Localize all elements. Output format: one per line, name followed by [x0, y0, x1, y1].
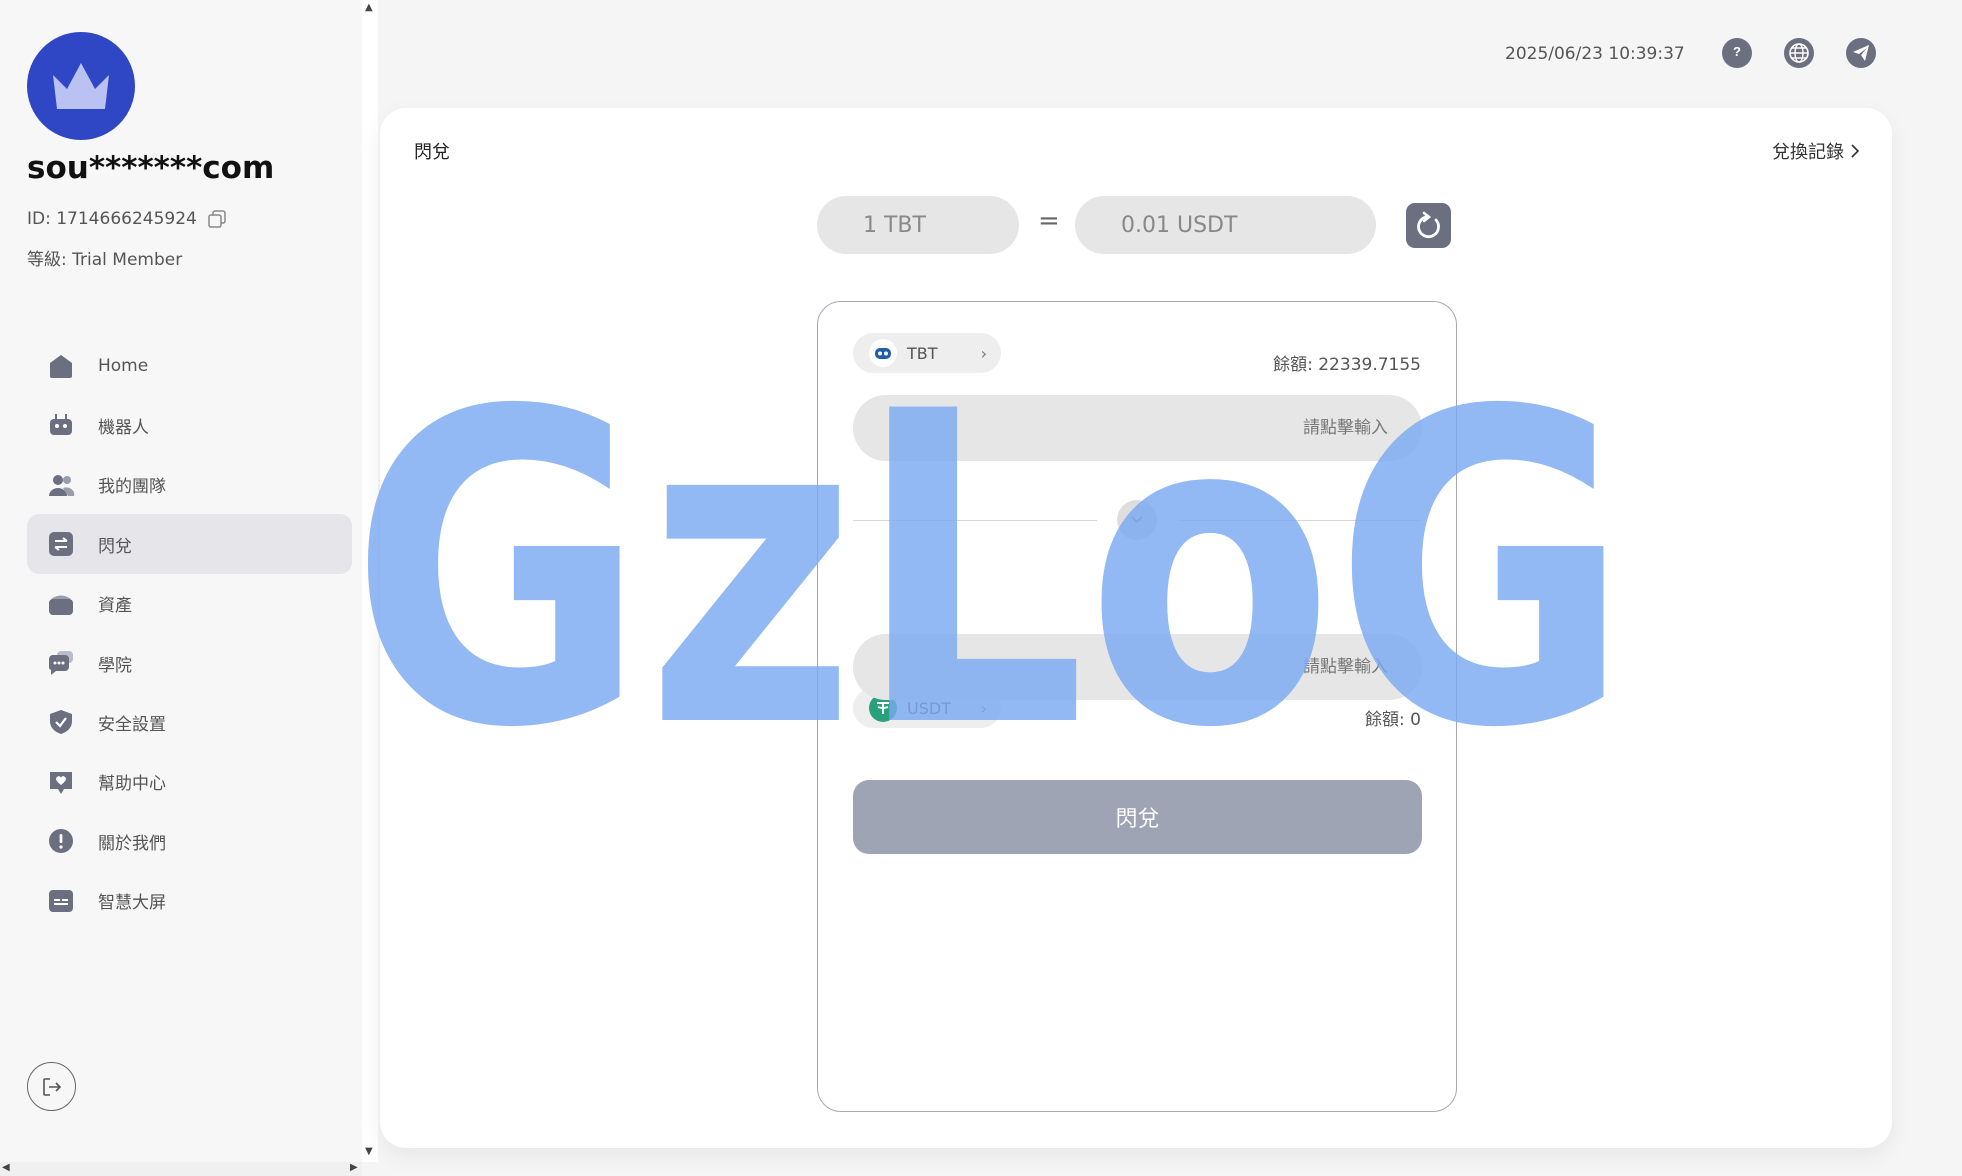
sidebar-item-label: 機器人 — [98, 417, 149, 438]
sidebar-item-label: 安全設置 — [98, 714, 166, 735]
sidebar-item-about[interactable]: 關於我們 — [27, 811, 352, 871]
from-token-label: TBT — [907, 343, 938, 363]
sidebar-item-robot[interactable]: 機器人 — [27, 395, 352, 455]
shield-icon — [47, 708, 75, 736]
sidebar-item-academy[interactable]: 學院 — [27, 633, 352, 693]
sidebar-item-label: Home — [98, 356, 149, 376]
sidebar-item-help[interactable]: 幫助中心 — [27, 752, 352, 812]
from-amount-input[interactable] — [853, 395, 1422, 461]
heart-icon — [47, 768, 75, 796]
datetime-display: 2025/06/23 10:39:37 — [1505, 44, 1685, 64]
swap-submit-button[interactable]: 閃兌 — [853, 780, 1422, 854]
screen-icon — [47, 887, 75, 915]
to-amount-input[interactable] — [853, 634, 1422, 700]
rate-from-field: 1 TBT — [817, 196, 1019, 254]
sidebar-item-label: 閃兌 — [98, 536, 132, 557]
sidebar-item-smart-screen[interactable]: 智慧大屏 — [27, 871, 352, 931]
sidebar-item-swap[interactable]: 閃兌 — [27, 514, 352, 575]
sidebar-item-label: 學院 — [98, 655, 132, 676]
page-title: 閃兌 — [414, 142, 450, 163]
chevron-right-icon — [1851, 144, 1860, 158]
sidebar-item-security[interactable]: 安全設置 — [27, 692, 352, 752]
sidebar-scrollbar[interactable]: ▲ ▼ — [362, 0, 378, 1162]
swap-card: 閃兌 兌換記錄 1 TBT = 0.01 USDT TBT › 餘額: 2233… — [380, 108, 1892, 1148]
rate-to-field: 0.01 USDT — [1075, 196, 1376, 254]
tbt-token-icon — [869, 339, 897, 367]
switch-direction-button[interactable] — [1117, 500, 1157, 540]
sidebar-item-label: 關於我們 — [98, 833, 166, 854]
sidebar-item-home[interactable]: Home — [27, 336, 352, 396]
avatar[interactable] — [27, 32, 135, 140]
sidebar-item-label: 智慧大屏 — [98, 893, 166, 914]
member-level: 等級: Trial Member — [27, 250, 183, 270]
copy-icon[interactable] — [207, 209, 227, 229]
chevron-right-icon: › — [980, 343, 987, 363]
sidebar-item-label: 資產 — [98, 596, 132, 617]
logout-icon — [42, 1077, 61, 1096]
team-icon — [47, 471, 75, 499]
to-token-label: USDT — [907, 698, 951, 718]
divider-right — [1178, 520, 1422, 521]
globe-icon — [1789, 43, 1809, 63]
info-icon — [47, 827, 75, 855]
telegram-button[interactable] — [1846, 38, 1876, 68]
refresh-rate-button[interactable] — [1406, 203, 1451, 248]
logout-button[interactable] — [27, 1062, 76, 1111]
chevron-down-icon — [1131, 516, 1143, 524]
question-chat-icon: ? — [1726, 43, 1748, 64]
telegram-icon — [1853, 45, 1869, 61]
user-id: ID: 1714666245924 — [27, 209, 227, 229]
scroll-up-icon[interactable]: ▲ — [365, 2, 373, 13]
scroll-down-icon[interactable]: ▼ — [365, 1146, 373, 1157]
help-button[interactable]: ? — [1722, 38, 1752, 68]
from-token-selector[interactable]: TBT › — [853, 333, 1001, 373]
scroll-left-icon[interactable]: ◀ — [2, 1162, 10, 1173]
user-id-text: ID: 1714666245924 — [27, 209, 197, 229]
language-button[interactable] — [1784, 38, 1814, 68]
exchange-history-label: 兌換記錄 — [1772, 142, 1844, 163]
refresh-icon — [1416, 211, 1440, 238]
sidebar-nav: Home 機器人 我的團隊 閃兌 資產 學院 安全設置 幫助中心 關於我們 智慧… — [27, 336, 352, 930]
swap-form: TBT › 餘額: 22339.7155 USDT › 餘額: 0 閃兌 — [817, 301, 1457, 1112]
sidebar-item-label: 幫助中心 — [98, 774, 166, 795]
sidebar-horizontal-scrollbar[interactable]: ◀ ▶ — [0, 1162, 362, 1176]
sidebar-item-label: 我的團隊 — [98, 477, 166, 498]
home-icon — [47, 352, 75, 380]
to-balance: 餘額: 0 — [1365, 710, 1421, 730]
wallet-icon — [47, 590, 75, 618]
crown-icon — [53, 63, 109, 109]
sidebar-item-assets[interactable]: 資產 — [27, 574, 352, 634]
chat-icon — [47, 649, 75, 677]
rate-equals-sign: = — [1038, 206, 1060, 236]
divider-left — [853, 520, 1097, 521]
swap-icon — [47, 530, 75, 558]
sidebar-item-team[interactable]: 我的團隊 — [27, 455, 352, 515]
from-balance: 餘額: 22339.7155 — [1273, 355, 1421, 375]
username: sou*******com — [27, 150, 275, 186]
robot-icon — [47, 411, 75, 439]
scroll-right-icon[interactable]: ▶ — [350, 1162, 358, 1173]
exchange-history-link[interactable]: 兌換記錄 — [1772, 138, 1860, 164]
chevron-right-icon: › — [980, 698, 987, 718]
sidebar: sou*******com ID: 1714666245924 等級: Tria… — [0, 0, 362, 1176]
svg-text:?: ? — [1733, 44, 1741, 59]
